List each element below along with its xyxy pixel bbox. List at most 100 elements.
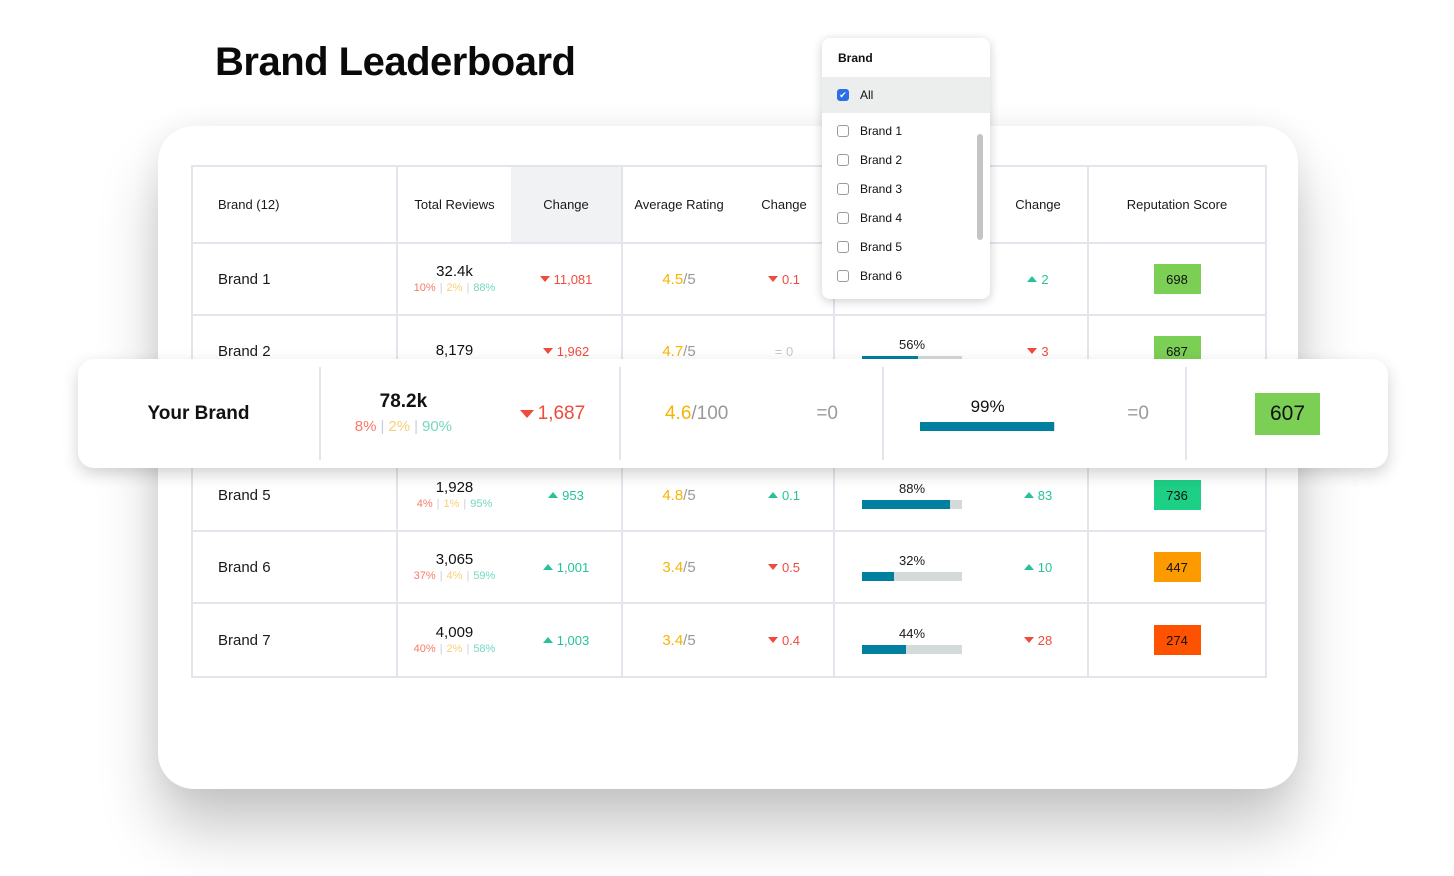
header-metric-change[interactable]: Change <box>989 167 1089 242</box>
average-rating-cell: 3.4/5 <box>623 604 735 676</box>
negative-share: 10% <box>413 282 436 295</box>
table-row[interactable]: Brand 5 1,928 4% | 1% | 95% 953 4.8/5 0.1 88%… <box>193 460 1265 532</box>
negative-share: 4% <box>416 498 433 511</box>
progress-fill <box>920 421 1054 431</box>
your-brand-reviews-cell: 78.2k 8% | 2% | 90% 1,687 <box>321 367 621 460</box>
average-rating-cell: 3.4/5 <box>623 532 735 602</box>
down-arrow-icon <box>519 409 534 418</box>
progress-percent: 32% <box>898 553 926 568</box>
dropdown-scrollbar[interactable] <box>977 134 983 240</box>
reputation-score-cell: 698 <box>1089 244 1265 314</box>
review-count: 32.4k <box>436 262 473 280</box>
checkbox-icon[interactable] <box>837 211 849 224</box>
header-total-reviews[interactable]: Total Reviews <box>398 167 511 242</box>
up-arrow-icon <box>542 637 553 643</box>
table-row[interactable]: Brand 1 32.4k 10% | 2% | 88% 11,081 4.5/5 0.1… <box>193 244 1265 316</box>
reviews-change: 1,962 <box>542 344 589 359</box>
progress-track <box>920 421 1056 431</box>
neutral-share: 2% <box>388 417 411 435</box>
reputation-score-badge: 607 <box>1255 392 1320 435</box>
review-count: 1,928 <box>435 478 474 496</box>
down-arrow-icon <box>767 276 778 282</box>
progress-percent: 56% <box>898 337 926 352</box>
neutral-share: 2% <box>446 643 463 656</box>
reputation-score-badge: 736 <box>1153 480 1201 510</box>
your-brand-metric-change: =0 <box>1127 402 1149 424</box>
checkbox-checked-icon[interactable]: ✔ <box>837 89 849 101</box>
progress-fill <box>862 645 906 654</box>
dropdown-option[interactable]: Brand 2 <box>822 145 990 174</box>
metric-progress: 32% <box>862 553 962 581</box>
your-brand-row[interactable]: Your Brand 78.2k 8% | 2% | 90% 1,687 4.6/100… <box>78 359 1388 468</box>
header-average-rating[interactable]: Average Rating <box>623 167 735 242</box>
brand-name-cell: Brand 7 <box>193 604 398 676</box>
metric-change-cell: 10 <box>989 532 1089 602</box>
dropdown-option[interactable]: Brand 5 <box>822 232 990 261</box>
metric-change-cell: 2 <box>989 244 1089 314</box>
up-arrow-icon <box>548 492 559 498</box>
header-rating-change[interactable]: Change <box>735 167 835 242</box>
brand-name: Brand 5 <box>218 486 271 504</box>
neutral-share: 2% <box>446 282 463 295</box>
reputation-score-cell: 447 <box>1089 532 1265 602</box>
table-row[interactable]: Brand 7 4,009 40% | 2% | 58% 1,003 3.4/5 0.4 … <box>193 604 1265 676</box>
your-brand-rating: 4.6/100 <box>664 402 729 424</box>
header-reputation-score[interactable]: Reputation Score <box>1089 167 1265 242</box>
sentiment-split: 4% | 1% | 95% <box>416 498 493 511</box>
checkbox-icon[interactable] <box>837 269 849 282</box>
review-count: 4,009 <box>435 623 474 641</box>
reviews-change-cell: 1,001 <box>511 532 623 602</box>
option-label: Brand 1 <box>860 123 903 138</box>
checkbox-icon[interactable] <box>837 182 849 195</box>
your-brand-name: Your Brand <box>78 367 321 460</box>
brand-name-cell: Brand 1 <box>193 244 398 314</box>
reviews-change: 953 <box>548 488 584 503</box>
option-label: All <box>860 88 874 102</box>
dropdown-option[interactable]: Brand 6 <box>822 261 990 290</box>
brand-name: Brand 7 <box>218 631 271 649</box>
average-rating-cell: 4.5/5 <box>623 244 735 314</box>
dropdown-title: Brand <box>838 51 873 65</box>
reviews-change: 11,081 <box>539 272 592 287</box>
total-reviews-cell: 3,065 37% | 4% | 59% <box>398 532 511 602</box>
metric-change-cell: 83 <box>989 460 1089 530</box>
negative-share: 37% <box>413 570 436 583</box>
metric-change: 2 <box>1027 272 1049 287</box>
option-label: Brand 5 <box>860 239 903 254</box>
your-brand-reviews: 78.2k 8% | 2% | 90% <box>355 390 452 435</box>
total-reviews-cell: 1,928 4% | 1% | 95% <box>398 460 511 530</box>
review-count: 8,179 <box>435 341 474 359</box>
table-row[interactable]: Brand 6 3,065 37% | 4% | 59% 1,001 3.4/5 0.5 … <box>193 532 1265 604</box>
rating-change-cell: 0.5 <box>735 532 835 602</box>
reviews-change-cell: 11,081 <box>511 244 623 314</box>
down-arrow-icon <box>1027 348 1038 354</box>
metric-cell: 44% <box>835 604 989 676</box>
dropdown-option[interactable]: Brand 4 <box>822 203 990 232</box>
reviews-change-cell: 953 <box>511 460 623 530</box>
checkbox-icon[interactable] <box>837 124 849 137</box>
up-arrow-icon <box>767 492 778 498</box>
checkbox-icon[interactable] <box>837 240 849 253</box>
header-brand[interactable]: Brand (12) <box>193 167 398 242</box>
checkbox-icon[interactable] <box>837 153 849 166</box>
progress-percent: 99% <box>970 396 1005 416</box>
progress-fill <box>862 500 950 509</box>
positive-share: 95% <box>470 498 493 511</box>
brand-name: Brand 2 <box>218 342 271 360</box>
progress-track <box>862 500 962 509</box>
total-reviews-cell: 4,009 40% | 2% | 58% <box>398 604 511 676</box>
average-rating: 4.5/5 <box>662 270 696 288</box>
up-arrow-icon <box>1023 564 1034 570</box>
progress-percent: 88% <box>898 481 926 496</box>
review-count: 3,065 <box>435 550 474 568</box>
reputation-score-badge: 698 <box>1153 264 1201 294</box>
your-brand-review-count: 78.2k <box>379 390 428 412</box>
header-reviews-change[interactable]: Change <box>511 167 623 242</box>
option-label: Brand 3 <box>860 181 903 196</box>
dropdown-option-all[interactable]: ✔ All <box>822 77 990 113</box>
dropdown-option[interactable]: Brand 3 <box>822 174 990 203</box>
dropdown-option[interactable]: Brand 1 <box>822 116 990 145</box>
rating-change-cell: 0.1 <box>735 460 835 530</box>
neutral-share: 4% <box>446 570 463 583</box>
metric-change: 83 <box>1023 488 1052 503</box>
